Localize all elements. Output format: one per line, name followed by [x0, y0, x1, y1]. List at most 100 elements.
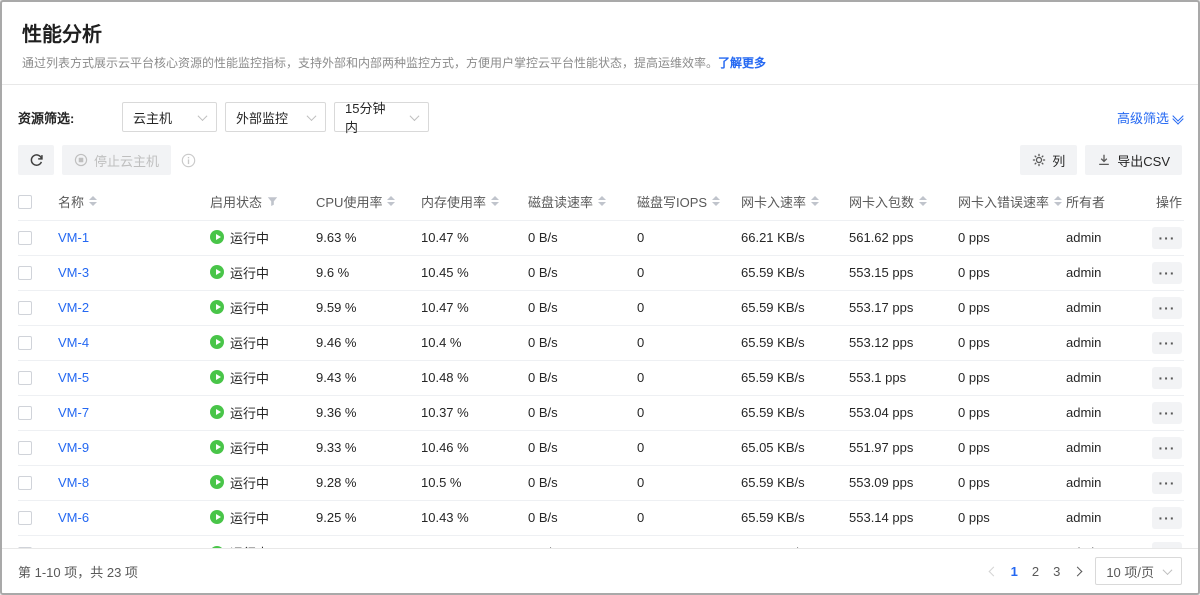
learn-more-link[interactable]: 了解更多 [718, 56, 766, 70]
net-in-errors-cell: 0 pps [958, 255, 1066, 290]
sort-icon[interactable] [491, 196, 499, 206]
status-label: 运行中 [230, 508, 269, 527]
sort-icon[interactable] [1054, 196, 1062, 206]
owner-cell: admin [1066, 255, 1142, 290]
column-header-net-in-rate[interactable]: 网卡入速率 [741, 192, 819, 211]
row-checkbox[interactable] [18, 371, 32, 385]
table-header-row: 名称 启用状态 CPU使用率 内存使用率 磁盘读速率 [18, 183, 1184, 220]
disk-write-iops-cell: 0 [637, 430, 741, 465]
memory-usage-cell: 10.43 % [421, 500, 528, 535]
cpu-usage-cell: 9.46 % [316, 325, 421, 360]
row-actions-button[interactable] [1152, 437, 1182, 459]
row-checkbox[interactable] [18, 336, 32, 350]
export-csv-label: 导出CSV [1117, 151, 1170, 170]
vm-name-link[interactable]: VM-2 [58, 300, 89, 315]
next-page-button[interactable] [1074, 568, 1081, 575]
running-status-icon [210, 300, 224, 314]
column-header-net-in-errors[interactable]: 网卡入错误速率 [958, 192, 1062, 211]
vm-name-link[interactable]: VM-3 [58, 265, 89, 280]
sort-icon[interactable] [89, 196, 97, 206]
row-actions-button[interactable] [1152, 227, 1182, 249]
row-actions-button[interactable] [1152, 297, 1182, 319]
advanced-filter-link[interactable]: 高级筛选 [1117, 108, 1182, 127]
select-all-checkbox[interactable] [18, 195, 32, 209]
sort-icon[interactable] [598, 196, 606, 206]
row-actions-button[interactable] [1152, 332, 1182, 354]
chevron-down-icon [307, 111, 317, 121]
row-checkbox[interactable] [18, 266, 32, 280]
net-in-rate-cell: 66.21 KB/s [741, 220, 849, 255]
column-header-memory[interactable]: 内存使用率 [421, 192, 499, 211]
sort-icon[interactable] [811, 196, 819, 206]
column-header-disk-read[interactable]: 磁盘读速率 [528, 192, 606, 211]
row-checkbox[interactable] [18, 476, 32, 490]
memory-usage-cell: 10.37 % [421, 395, 528, 430]
page-3-button[interactable]: 3 [1053, 564, 1060, 579]
table-row: VM-4 运行中 9.46 % 10.4 % 0 B/s 0 65.59 KB/… [18, 325, 1184, 360]
disk-write-iops-cell: 0 [637, 255, 741, 290]
row-actions-button[interactable] [1152, 262, 1182, 284]
row-checkbox[interactable] [18, 231, 32, 245]
net-in-rate-cell: 65.59 KB/s [741, 325, 849, 360]
column-header-cpu[interactable]: CPU使用率 [316, 192, 395, 211]
net-in-packets-cell: 553.14 pps [849, 500, 958, 535]
sort-icon[interactable] [387, 196, 395, 206]
disk-read-cell: 0 B/s [528, 255, 637, 290]
row-checkbox[interactable] [18, 511, 32, 525]
columns-button[interactable]: 列 [1020, 145, 1077, 175]
net-in-packets-cell: 553.15 pps [849, 255, 958, 290]
prev-page-button[interactable] [990, 568, 997, 575]
table-row: VM-2 运行中 9.59 % 10.47 % 0 B/s 0 65.59 KB… [18, 290, 1184, 325]
net-in-errors-cell: 0 pps [958, 325, 1066, 360]
row-actions-button[interactable] [1152, 507, 1182, 529]
page-size-select[interactable]: 10 项/页 [1095, 557, 1182, 585]
page-header: 性能分析 通过列表方式展示云平台核心资源的性能监控指标，支持外部和内部两种监控方… [2, 2, 1198, 85]
resource-type-select[interactable]: 云主机 [122, 102, 217, 132]
refresh-button[interactable] [18, 145, 54, 175]
row-checkbox[interactable] [18, 301, 32, 315]
table-footer: 第 1-10 项，共 23 项 1 2 3 10 项/页 [2, 548, 1198, 593]
vm-name-link[interactable]: VM-8 [58, 475, 89, 490]
page-subtitle: 通过列表方式展示云平台核心资源的性能监控指标，支持外部和内部两种监控方式，方便用… [22, 54, 1178, 71]
vm-name-link[interactable]: VM-5 [58, 370, 89, 385]
page-2-button[interactable]: 2 [1032, 564, 1039, 579]
column-header-disk-write-iops[interactable]: 磁盘写IOPS [637, 192, 720, 211]
time-range-select[interactable]: 15分钟内 [334, 102, 429, 132]
table-row: VM-5 运行中 9.43 % 10.48 % 0 B/s 0 65.59 KB… [18, 360, 1184, 395]
vm-name-link[interactable]: VM-9 [58, 440, 89, 455]
stop-vm-button[interactable]: 停止云主机 [62, 145, 171, 175]
filter-funnel-icon[interactable] [267, 196, 278, 207]
memory-usage-cell: 10.4 % [421, 325, 528, 360]
vm-name-link[interactable]: VM-1 [58, 230, 89, 245]
net-in-packets-cell: 561.62 pps [849, 220, 958, 255]
monitor-type-select[interactable]: 外部监控 [225, 102, 326, 132]
time-range-value: 15分钟内 [345, 98, 397, 136]
column-header-status[interactable]: 启用状态 [210, 192, 278, 211]
net-in-packets-cell: 553.17 pps [849, 290, 958, 325]
row-checkbox[interactable] [18, 441, 32, 455]
export-csv-button[interactable]: 导出CSV [1085, 145, 1182, 175]
memory-usage-cell: 10.47 % [421, 290, 528, 325]
info-icon[interactable] [181, 153, 196, 168]
net-in-rate-cell: 65.59 KB/s [741, 395, 849, 430]
owner-cell: admin [1066, 430, 1142, 465]
page-subtitle-text: 通过列表方式展示云平台核心资源的性能监控指标，支持外部和内部两种监控方式，方便用… [22, 56, 718, 70]
sort-icon[interactable] [919, 196, 927, 206]
row-checkbox[interactable] [18, 406, 32, 420]
page-1-button[interactable]: 1 [1011, 564, 1018, 579]
filter-label: 资源筛选: [18, 108, 122, 127]
memory-usage-cell: 10.45 % [421, 255, 528, 290]
row-actions-button[interactable] [1152, 402, 1182, 424]
vm-name-link[interactable]: VM-7 [58, 405, 89, 420]
column-header-net-in-packets[interactable]: 网卡入包数 [849, 192, 927, 211]
row-actions-button[interactable] [1152, 367, 1182, 389]
vm-name-link[interactable]: VM-4 [58, 335, 89, 350]
row-actions-button[interactable] [1152, 472, 1182, 494]
cpu-usage-cell: 9.59 % [316, 290, 421, 325]
status-label: 运行中 [230, 298, 269, 317]
column-header-name[interactable]: 名称 [58, 192, 97, 211]
disk-read-cell: 0 B/s [528, 290, 637, 325]
vm-name-link[interactable]: VM-6 [58, 510, 89, 525]
sort-icon[interactable] [712, 196, 720, 206]
owner-cell: admin [1066, 290, 1142, 325]
